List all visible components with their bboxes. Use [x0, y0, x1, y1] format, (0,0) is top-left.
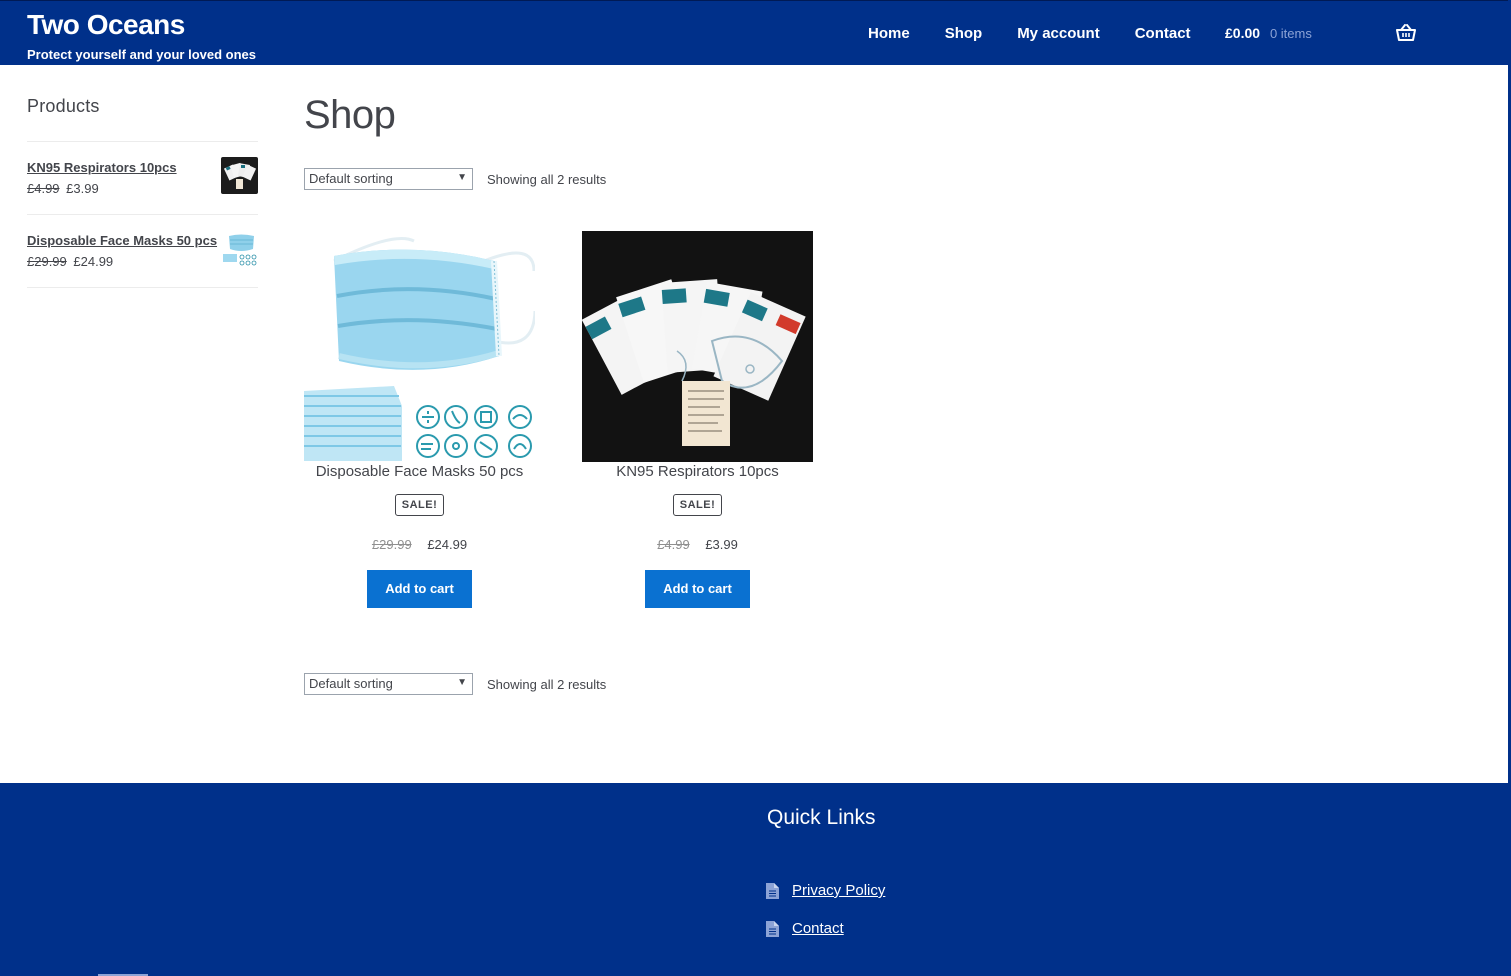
site-description: Protect yourself and your loved ones [27, 47, 256, 62]
product-card: Disposable Face Masks 50 pcs SALE! £29.9… [304, 231, 535, 608]
sort-select-value: Default sorting [309, 676, 393, 691]
footer-link-label[interactable]: Privacy Policy [792, 882, 885, 899]
sale-badge: SALE! [672, 494, 723, 516]
sale-price: £24.99 [427, 537, 468, 552]
face-mask-thumbnail[interactable] [221, 230, 258, 267]
sidebar: Products KN95 Respirators 10pcs £4.99 £3… [27, 96, 258, 288]
sidebar-product-item: KN95 Respirators 10pcs £4.99 £3.99 [27, 142, 258, 215]
main-navigation: Home Shop My account Contact [868, 25, 1226, 42]
product-title[interactable]: KN95 Respirators 10pcs [582, 463, 813, 481]
add-to-cart-button[interactable]: Add to cart [367, 570, 472, 608]
site-title[interactable]: Two Oceans [27, 9, 185, 41]
dropdown-arrow-icon: ▼ [457, 172, 467, 183]
footer-link-contact[interactable]: Contact [766, 920, 844, 937]
sort-select[interactable]: Default sorting ▼ [304, 168, 473, 190]
nav-shop[interactable]: Shop [945, 25, 983, 42]
dropdown-arrow-icon: ▼ [457, 677, 467, 688]
product-price: £4.99 £3.99 [582, 537, 813, 552]
old-price: £29.99 [27, 254, 67, 269]
result-count: Showing all 2 results [487, 676, 607, 692]
result-count: Showing all 2 results [487, 171, 607, 187]
product-price: £29.99 £24.99 [304, 537, 535, 552]
sale-price: £3.99 [705, 537, 738, 552]
shop-toolbar-bottom: Default sorting ▼ Showing all 2 results [304, 673, 606, 695]
footer-link-label[interactable]: Contact [792, 920, 844, 937]
nav-my-account[interactable]: My account [1017, 25, 1100, 42]
footer-widget-title: Quick Links [767, 806, 876, 829]
product-title[interactable]: Disposable Face Masks 50 pcs [304, 463, 535, 481]
shop-toolbar-top: Default sorting ▼ Showing all 2 results [304, 168, 606, 190]
sale-price: £3.99 [66, 181, 99, 196]
old-price: £4.99 [27, 181, 60, 196]
old-price: £4.99 [657, 537, 690, 552]
kn95-thumbnail[interactable] [221, 157, 258, 194]
sidebar-widget-title: Products [27, 96, 258, 142]
cart-summary[interactable]: £0.00 0 items [1225, 25, 1312, 41]
footer-link-privacy-policy[interactable]: Privacy Policy [766, 882, 885, 899]
nav-contact[interactable]: Contact [1135, 25, 1191, 42]
cart-total: £0.00 [1225, 25, 1261, 41]
sort-select-value: Default sorting [309, 171, 393, 186]
basket-icon[interactable] [1396, 24, 1416, 42]
nav-home[interactable]: Home [868, 25, 910, 42]
document-icon [766, 882, 779, 899]
sidebar-product-item: Disposable Face Masks 50 pcs £29.99 £24.… [27, 215, 258, 288]
sort-select[interactable]: Default sorting ▼ [304, 673, 473, 695]
cart-item-count: 0 items [1269, 26, 1312, 41]
face-mask-product-image[interactable] [304, 231, 535, 462]
site-footer: Quick Links Privacy Policy Contact [0, 783, 1511, 976]
site-header: Two Oceans Protect yourself and your lov… [0, 0, 1511, 65]
page-title: Shop [304, 93, 396, 137]
product-card: KN95 Respirators 10pcs SALE! £4.99 £3.99… [582, 231, 813, 608]
old-price: £29.99 [371, 537, 412, 552]
document-icon [766, 920, 779, 937]
add-to-cart-button[interactable]: Add to cart [645, 570, 750, 608]
kn95-product-image[interactable] [582, 231, 813, 462]
sale-price: £24.99 [73, 254, 114, 269]
sale-badge: SALE! [394, 494, 445, 516]
